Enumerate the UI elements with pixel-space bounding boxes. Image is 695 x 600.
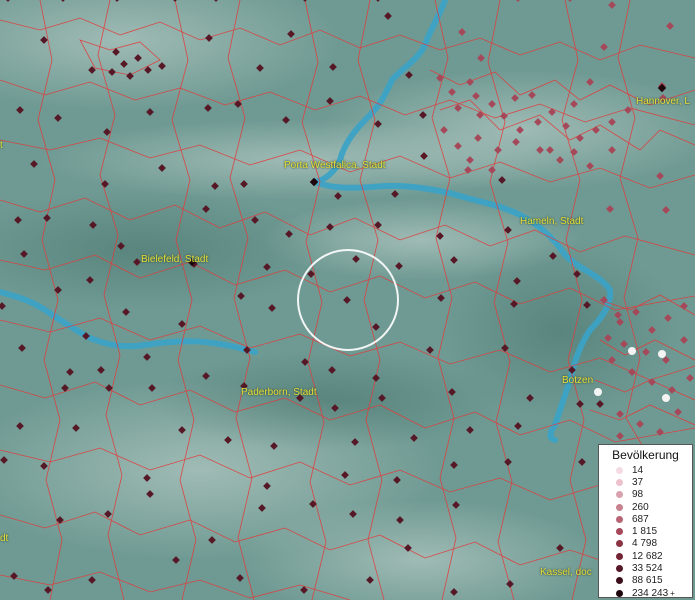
city-label-botzen[interactable]: Botzen xyxy=(562,375,593,386)
legend-item: 88 615 xyxy=(599,575,692,587)
legend-item: 4 798 xyxy=(599,538,692,550)
city-label-kassel[interactable]: Kassel, doc xyxy=(540,567,592,578)
legend-items: 14 37 98 260 687 1 815 4 798 12 682 33 524 88 615… xyxy=(599,464,692,599)
legend-swatch xyxy=(616,515,623,523)
legend-label: 98 xyxy=(632,489,644,501)
population-legend: Bevölkerung 14 37 98 260 687 1 815 4 798 12 682… xyxy=(598,444,693,599)
city-label-paderborn[interactable]: Paderborn, Stadt xyxy=(241,387,317,398)
legend-label: 37 xyxy=(632,476,644,488)
settlement-marker[interactable] xyxy=(662,394,670,402)
city-label-hameln[interactable]: Hameln, Stadt xyxy=(520,216,583,227)
city-label-porta-westfalica[interactable]: Porta Westfalica, Stadt xyxy=(284,160,386,171)
legend-label: 687 xyxy=(632,513,649,525)
legend-swatch xyxy=(616,552,623,560)
legend-label: 88 615 xyxy=(632,575,663,587)
legend-swatch xyxy=(616,503,623,511)
legend-swatch xyxy=(616,565,623,573)
city-label-cut-left-top[interactable]: t xyxy=(0,140,3,151)
legend-swatch xyxy=(616,491,623,499)
legend-swatch xyxy=(616,540,623,548)
legend-item: 1 815 xyxy=(599,525,692,537)
legend-item: 98 xyxy=(599,489,692,501)
legend-label: 14 xyxy=(632,464,644,476)
legend-swatch xyxy=(616,466,623,474)
legend-label: 1 815 xyxy=(632,526,658,538)
city-label-hannover[interactable]: Hannover, L xyxy=(636,96,690,107)
legend-swatch xyxy=(616,577,623,585)
legend-item: 37 xyxy=(599,476,692,488)
legend-label: 4 798 xyxy=(632,538,658,550)
legend-label: 260 xyxy=(632,501,649,513)
legend-label: 234 243 xyxy=(632,587,669,599)
legend-swatch xyxy=(616,478,623,486)
legend-title: Bevölkerung xyxy=(612,448,679,462)
legend-label: 33 524 xyxy=(632,563,663,575)
city-label-bielefeld[interactable]: Bielefeld, Stadt xyxy=(141,254,208,265)
city-label-cut-left-bottom[interactable]: dt xyxy=(0,533,8,544)
legend-overflow-marker: + xyxy=(670,588,675,598)
legend-item: 14 xyxy=(599,464,692,476)
legend-item: 234 243 + xyxy=(599,587,692,599)
legend-item: 12 682 xyxy=(599,550,692,562)
settlement-marker[interactable] xyxy=(594,388,602,396)
legend-label: 12 682 xyxy=(632,550,663,562)
legend-swatch xyxy=(616,589,623,597)
map-canvas[interactable] xyxy=(0,0,695,600)
settlement-marker[interactable] xyxy=(658,350,666,358)
settlement-marker[interactable] xyxy=(628,347,636,355)
legend-item: 687 xyxy=(599,513,692,525)
legend-item: 33 524 xyxy=(599,562,692,574)
legend-swatch xyxy=(616,528,623,536)
legend-item: 260 xyxy=(599,501,692,513)
map-view[interactable]: Porta Westfalica, Stadt Hameln, Stadt Ha… xyxy=(0,0,695,600)
